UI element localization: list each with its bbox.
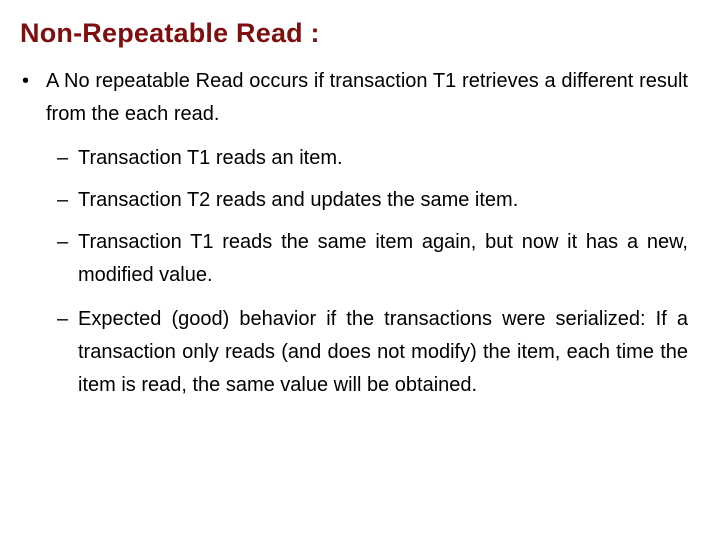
dash-marker: – [57, 308, 69, 330]
sub-bullet-item: – Expected (good) behavior if the transa… [57, 303, 688, 402]
sub-bullet-text: Transaction T1 reads the same item again… [78, 231, 688, 286]
sub-bullet-item: – Transaction T1 reads the same item aga… [57, 226, 688, 292]
bullet-text: A No repeatable Read occurs if transacti… [46, 70, 688, 125]
dash-marker: – [57, 147, 69, 169]
slide-title: Non-Repeatable Read : [20, 18, 320, 48]
sub-bullet-text: Transaction T1 reads an item. [78, 147, 343, 169]
bullet-marker: • [22, 70, 30, 92]
sub-bullet-text: Transaction T2 reads and updates the sam… [78, 189, 519, 211]
sub-bullet-item: – Transaction T2 reads and updates the s… [57, 184, 688, 217]
sub-bullet-item: – Transaction T1 reads an item. [57, 142, 688, 175]
dash-marker: – [57, 231, 69, 253]
sub-bullet-text: Expected (good) behavior if the transact… [78, 308, 688, 396]
dash-marker: – [57, 189, 69, 211]
bullet-item: • A No repeatable Read occurs if transac… [22, 65, 688, 131]
